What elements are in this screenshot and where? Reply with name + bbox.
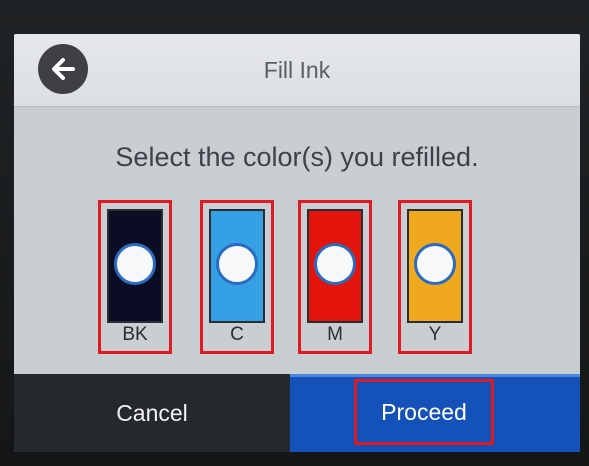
- proceed-button[interactable]: Proceed: [290, 374, 580, 452]
- ink-swatch: [107, 209, 163, 323]
- action-bar: Cancel Proceed: [14, 374, 580, 452]
- proceed-label: Proceed: [354, 379, 494, 445]
- ink-code-label: C: [230, 324, 244, 345]
- page-title: Fill Ink: [263, 56, 331, 83]
- ink-swatch: [307, 209, 363, 323]
- cancel-button[interactable]: Cancel: [14, 374, 290, 452]
- checkbox-circle-icon: [414, 243, 456, 285]
- ink-option-c[interactable]: C: [200, 200, 274, 354]
- ink-code-label: BK: [122, 324, 148, 345]
- back-button[interactable]: [38, 44, 88, 94]
- header-bar: Fill Ink: [14, 34, 580, 107]
- ink-swatch: [209, 209, 265, 323]
- printer-screen: Fill Ink Select the color(s) you refille…: [14, 34, 580, 452]
- arrow-left-icon: [52, 58, 75, 80]
- ink-selection-row: BK C M Y: [98, 200, 498, 360]
- checkbox-circle-icon: [114, 243, 156, 285]
- instruction-text: Select the color(s) you refilled.: [115, 142, 479, 172]
- ink-code-label: M: [327, 324, 343, 345]
- ink-option-y[interactable]: Y: [398, 200, 472, 354]
- ink-option-bk[interactable]: BK: [98, 200, 172, 354]
- checkbox-circle-icon: [216, 243, 258, 285]
- ink-option-m[interactable]: M: [298, 200, 372, 354]
- checkbox-circle-icon: [314, 243, 356, 285]
- ink-swatch: [407, 209, 463, 323]
- ink-code-label: Y: [428, 324, 442, 345]
